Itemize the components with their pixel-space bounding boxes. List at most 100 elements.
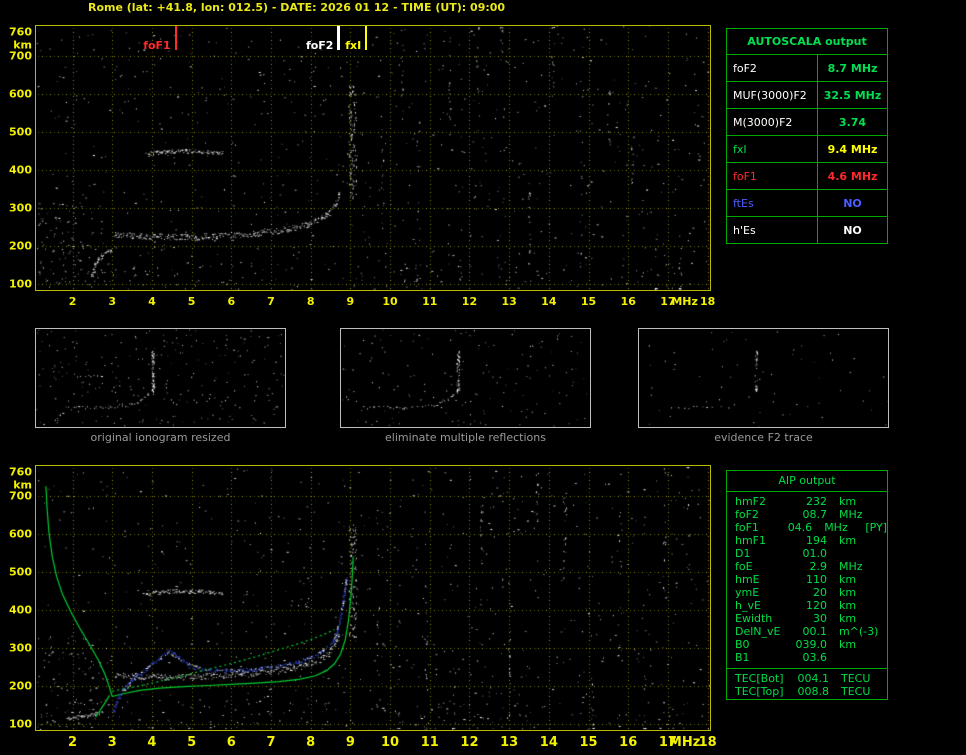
param-unit: TECU (841, 685, 871, 698)
param-label: TEC[Top] (735, 685, 784, 698)
x-tick-label: 15 (580, 295, 597, 308)
aip-table-rows: hmF2 232 km foF2 08.7 MHz foF1 04.6 MHz [PY] hm… (727, 492, 887, 698)
param-label: M(3000)F2 (727, 109, 818, 135)
x-tick-label: 13 (500, 735, 519, 750)
y-tick-label: 200 (9, 239, 32, 253)
x-tick-label: 12 (461, 295, 478, 308)
thumbnail-f2-trace (638, 328, 889, 428)
table-row: foF2 08.7 MHz (727, 508, 887, 521)
y-tick-label: 400 (9, 163, 32, 177)
param-extra (882, 560, 887, 573)
x-tick-label: 11 (422, 295, 438, 308)
table-row: fxI 9.4 MHz (727, 136, 887, 163)
thumbnail-caption: eliminate multiple reflections (385, 431, 546, 444)
marker-line-foF1 (174, 26, 177, 50)
top-ionogram-canvas (36, 26, 710, 290)
table-row: M(3000)F2 3.74 (727, 109, 887, 136)
autoscala-output-table: AUTOSCALA output foF2 8.7 MHz MUF(3000)F… (726, 28, 888, 244)
param-label: D1 (735, 547, 751, 560)
table-row: D1 01.0 (727, 547, 887, 560)
param-value: 008.8 (797, 685, 830, 698)
param-label: TEC[Bot] (735, 672, 784, 685)
param-value: NO (843, 223, 862, 237)
marker-line-foF2 (337, 26, 341, 50)
aip-table-header: AIP output (727, 471, 887, 492)
param-unit: TECU (841, 672, 871, 685)
param-unit: km (838, 534, 857, 547)
param-extra (882, 612, 887, 625)
y-tick-label: 500 (9, 565, 32, 579)
x-tick-label: 8 (306, 295, 315, 308)
param-extra (882, 508, 887, 521)
x-tick-label: 18 (698, 735, 717, 750)
table-row: DelN_vE 00.1 m^(-3) (727, 625, 887, 638)
param-label: h'Es (727, 217, 818, 243)
table-row: TEC[Top] 008.8 TECU (727, 685, 887, 698)
y-axis-top-label: 760 (9, 25, 32, 39)
x-tick-label: 13 (501, 295, 517, 308)
param-unit: km (838, 612, 857, 625)
y-tick-label: 600 (9, 527, 32, 541)
param-unit: MHz (824, 521, 848, 534)
autoscala-table-header: AUTOSCALA output (727, 29, 887, 55)
table-row: Ewidth 30 km (727, 612, 887, 625)
y-tick-label: 100 (9, 277, 32, 291)
marker-label-foF1: foF1 (143, 39, 171, 52)
y-tick-label: 400 (9, 603, 32, 617)
aip-output-table: AIP output hmF2 232 km foF2 08.7 MHz foF1 04.… (726, 470, 888, 700)
x-tick-label: 16 (620, 295, 636, 308)
x-tick-label: 11 (420, 735, 439, 750)
param-unit: km (838, 638, 857, 651)
table-row: foE 2.9 MHz (727, 560, 887, 573)
param-value: 4.6 MHz (827, 169, 878, 183)
table-row: ftEs NO (727, 190, 887, 217)
param-value: 01.0 (802, 547, 827, 560)
x-tick-label: 5 (187, 735, 197, 750)
table-row: h_vE 120 km (727, 599, 887, 612)
table-row: B1 03.6 (727, 651, 887, 664)
x-tick-label: 4 (148, 295, 156, 308)
table-row: ymE 20 km (727, 586, 887, 599)
param-value: 004.1 (797, 672, 830, 685)
thumbnail-f2-trace-canvas (639, 329, 888, 427)
param-value: 20 (812, 586, 827, 599)
table-row: B0 039.0 km (727, 638, 887, 651)
param-value: 232 (805, 495, 827, 508)
x-axis-unit-label: MHz (668, 735, 701, 750)
param-unit: km (838, 495, 857, 508)
param-value: 30 (812, 612, 827, 625)
param-label: ymE (735, 586, 760, 599)
thumbnail-caption: original ionogram resized (90, 431, 231, 444)
param-extra (882, 651, 887, 664)
param-value: 120 (805, 599, 827, 612)
param-unit: m^(-3) (838, 625, 879, 638)
y-tick-label: 600 (9, 87, 32, 101)
thumbnail-no-multiples (340, 328, 591, 428)
x-tick-label: 14 (541, 295, 557, 308)
param-extra (882, 495, 887, 508)
bottom-ionogram-canvas (36, 466, 710, 730)
y-tick-label: 200 (9, 679, 32, 693)
table-row: h'Es NO (727, 217, 887, 243)
y-axis-unit-label: km (13, 478, 32, 492)
x-tick-label: 3 (108, 295, 117, 308)
x-tick-label: 4 (147, 735, 157, 750)
table-row: foF1 04.6 MHz [PY] (727, 521, 887, 534)
table-row: hmE 110 km (727, 573, 887, 586)
y-axis-unit-label: km (13, 38, 32, 52)
x-tick-label: 10 (381, 735, 400, 750)
x-tick-label: 7 (266, 735, 276, 750)
param-value: 9.4 MHz (827, 142, 878, 156)
param-label: foF1 (735, 521, 759, 534)
x-tick-label: 10 (382, 295, 398, 308)
x-axis-unit-label: MHz (671, 295, 698, 308)
x-tick-label: 9 (345, 735, 355, 750)
tec-separator (727, 668, 887, 669)
top-ionogram-plot (35, 25, 711, 291)
param-label: DelN_vE (735, 625, 781, 638)
param-label: Ewidth (735, 612, 773, 625)
param-label: foE (735, 560, 753, 573)
x-tick-label: 8 (306, 735, 316, 750)
x-tick-label: 15 (579, 735, 598, 750)
thumbnail-original-canvas (36, 329, 285, 427)
